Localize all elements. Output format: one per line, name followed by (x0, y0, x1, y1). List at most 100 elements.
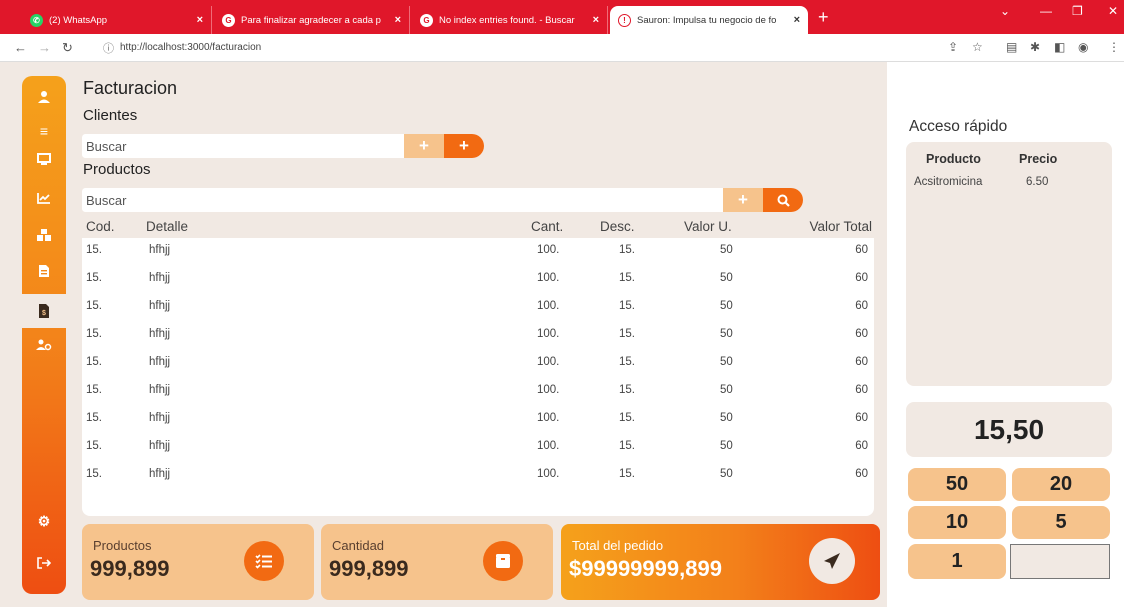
cell-valor-total: 60 (855, 300, 868, 312)
invoice-dollar-icon[interactable]: $ (22, 294, 66, 328)
table-row[interactable]: 15. hfhjj 100. 15. 50 60 (82, 462, 874, 490)
logout-icon[interactable] (22, 546, 66, 580)
products-search-input[interactable] (82, 188, 723, 212)
back-icon[interactable]: ← (14, 40, 27, 55)
close-window-button[interactable]: ✕ (1108, 4, 1118, 18)
products-summary-card: Productos 999,899 (82, 524, 314, 600)
add-client-button[interactable]: + (404, 134, 444, 158)
close-icon[interactable]: × (395, 14, 401, 26)
share-icon[interactable]: ⇪ (948, 40, 958, 54)
key-10-button[interactable]: 10 (908, 506, 1006, 539)
clients-label: Clientes (83, 107, 138, 124)
google-icon: G (420, 13, 433, 27)
cell-valor-total: 60 (855, 468, 868, 480)
products-summary-label: Productos (93, 538, 152, 553)
new-client-button[interactable]: + (444, 134, 484, 158)
restore-button[interactable]: ❐ (1072, 4, 1083, 18)
more-menu-icon[interactable]: ⋮ (1108, 40, 1120, 54)
url-text[interactable]: http://localhost:3000/facturacion (120, 42, 261, 53)
cell-cod: 15. (86, 328, 102, 340)
info-icon[interactable]: ⓘ (103, 40, 114, 56)
cell-valor-u: 50 (720, 384, 733, 396)
quantity-summary-card: Cantidad 999,899 (321, 524, 553, 600)
new-tab-button[interactable]: + (818, 6, 829, 28)
search-product-button[interactable] (763, 188, 803, 212)
products-search-row: + (82, 188, 803, 212)
qa-header-producto: Producto (926, 152, 981, 166)
cell-cant: 100. (537, 384, 560, 396)
cell-detalle: hfhjj (149, 468, 171, 480)
tab-google-2[interactable]: G No index entries found. - Buscar × (412, 6, 608, 34)
display-icon[interactable] (22, 142, 66, 176)
sidepanel-icon[interactable]: ◧ (1054, 40, 1065, 54)
star-icon[interactable]: ☆ (972, 40, 983, 54)
cell-cod: 15. (86, 412, 102, 424)
table-row[interactable]: 15. hfhjj 100. 15. 50 60 (82, 378, 874, 406)
cell-desc: 15. (619, 272, 635, 284)
settings-icon[interactable]: ⚙ (22, 504, 66, 538)
profile-avatar[interactable]: ◉ (1078, 40, 1088, 54)
products-label: Productos (83, 161, 151, 178)
document-icon[interactable] (22, 254, 66, 288)
users-cog-icon[interactable] (22, 328, 66, 362)
table-row[interactable]: 15. hfhjj 100. 15. 50 60 (82, 406, 874, 434)
forward-icon[interactable]: → (38, 40, 51, 55)
col-valor-total: Valor Total (809, 219, 872, 234)
svg-text:$: $ (42, 310, 46, 317)
extensions-icon[interactable]: ✱ (1030, 40, 1040, 54)
col-cod: Cod. (86, 219, 115, 234)
page-title: Facturacion (83, 78, 178, 98)
tab-google-1[interactable]: G Para finalizar agradecer a cada p × (214, 6, 410, 34)
tab-sauron[interactable]: ! Sauron: Impulsa tu negocio de fo × (610, 6, 808, 34)
close-icon[interactable]: × (593, 14, 599, 26)
whatsapp-icon: ✆ (30, 13, 43, 27)
cell-detalle: hfhjj (149, 272, 171, 284)
tab-title: No index entries found. - Buscar (439, 14, 575, 26)
cell-valor-u: 50 (720, 272, 733, 284)
table-row[interactable]: 15. hfhjj 100. 15. 50 60 (82, 322, 874, 350)
reader-icon[interactable]: ▤ (1006, 40, 1017, 54)
key-20-button[interactable]: 20 (1012, 468, 1110, 501)
quantity-summary-label: Cantidad (332, 538, 385, 553)
qa-header-precio: Precio (1019, 152, 1058, 166)
cell-cant: 100. (537, 356, 560, 368)
browser-tab-bar: ✆ (2) WhatsApp × G Para finalizar agrade… (0, 0, 1124, 34)
close-icon[interactable]: × (197, 14, 203, 26)
cell-desc: 15. (619, 328, 635, 340)
cell-valor-total: 60 (855, 244, 868, 256)
col-cant: Cant. (531, 219, 564, 234)
table-row[interactable]: 15. hfhjj 100. 15. 50 60 (82, 294, 874, 322)
cell-cant: 100. (537, 272, 560, 284)
order-total-label: Total del pedido (572, 538, 664, 553)
plus-icon: + (419, 136, 429, 155)
cell-valor-u: 50 (720, 244, 733, 256)
table-row[interactable]: 15. hfhjj 100. 15. 50 60 (82, 434, 874, 462)
key-5-button[interactable]: 5 (1012, 506, 1110, 539)
col-desc: Desc. (600, 219, 635, 234)
minimize-button[interactable]: — (1040, 4, 1052, 18)
tab-whatsapp[interactable]: ✆ (2) WhatsApp × (22, 6, 212, 34)
send-order-button[interactable] (809, 538, 855, 584)
table-row[interactable]: 15. hfhjj 100. 15. 50 60 (82, 238, 874, 266)
add-product-button[interactable]: + (723, 188, 763, 212)
quick-access-title: Acceso rápido (909, 118, 1008, 135)
table-row[interactable]: 15. hfhjj 100. 15. 50 60 (82, 350, 874, 378)
key-50-button[interactable]: 50 (908, 468, 1006, 501)
close-icon[interactable]: × (794, 14, 800, 26)
table-row[interactable]: 15. hfhjj 100. 15. 50 60 (82, 266, 874, 294)
order-total-value: $99999999,899 (569, 556, 722, 581)
user-icon[interactable] (22, 80, 66, 114)
cell-cant: 100. (537, 244, 560, 256)
cell-valor-total: 60 (855, 328, 868, 340)
chevron-down-icon[interactable]: ⌄ (1000, 4, 1010, 18)
cell-cant: 100. (537, 440, 560, 452)
cell-valor-total: 60 (855, 356, 868, 368)
custom-amount-input[interactable] (1010, 544, 1110, 579)
key-1-button[interactable]: 1 (908, 544, 1006, 579)
boxes-icon[interactable] (22, 218, 66, 252)
reload-icon[interactable]: ↻ (62, 40, 73, 56)
cell-detalle: hfhjj (149, 384, 171, 396)
cell-cod: 15. (86, 244, 102, 256)
chart-line-icon[interactable] (22, 181, 66, 215)
clients-search-input[interactable] (82, 134, 404, 158)
